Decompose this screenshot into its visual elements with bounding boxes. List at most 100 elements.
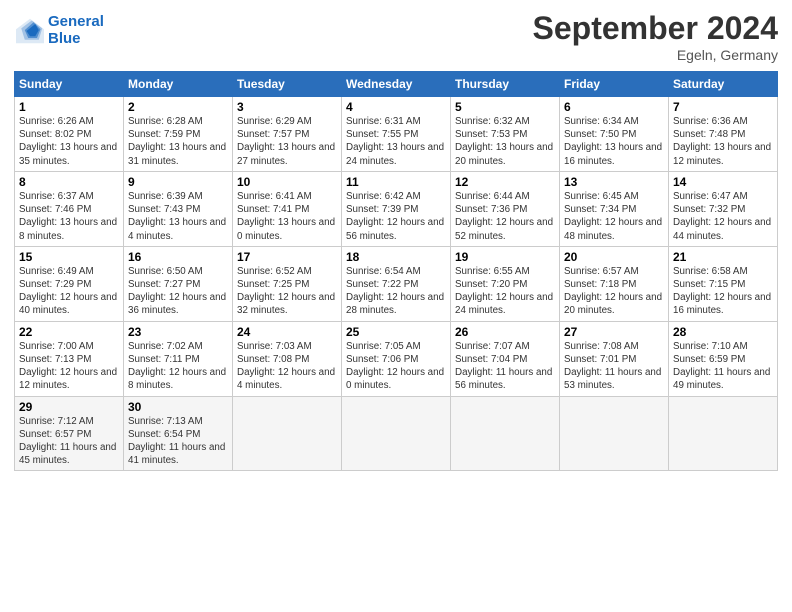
calendar-week-1: 1 Sunrise: 6:26 AMSunset: 8:02 PMDayligh… [15,97,778,172]
day-number: 17 [237,250,337,264]
calendar-cell: 1 Sunrise: 6:26 AMSunset: 8:02 PMDayligh… [15,97,124,172]
day-number: 10 [237,175,337,189]
calendar-cell [669,396,778,471]
calendar-week-3: 15 Sunrise: 6:49 AMSunset: 7:29 PMDaylig… [15,246,778,321]
cell-info: Sunrise: 6:44 AMSunset: 7:36 PMDaylight:… [455,191,553,242]
cell-info: Sunrise: 6:26 AMSunset: 8:02 PMDaylight:… [19,116,117,167]
day-number: 3 [237,100,337,114]
day-number: 29 [19,400,119,414]
day-number: 13 [564,175,664,189]
cell-info: Sunrise: 6:52 AMSunset: 7:25 PMDaylight:… [237,266,335,317]
day-number: 15 [19,250,119,264]
day-number: 24 [237,325,337,339]
col-sunday: Sunday [15,72,124,97]
calendar-cell: 8 Sunrise: 6:37 AMSunset: 7:46 PMDayligh… [15,171,124,246]
day-number: 1 [19,100,119,114]
day-number: 7 [673,100,773,114]
cell-info: Sunrise: 6:28 AMSunset: 7:59 PMDaylight:… [128,116,226,167]
cell-info: Sunrise: 6:37 AMSunset: 7:46 PMDaylight:… [19,191,117,242]
cell-info: Sunrise: 6:42 AMSunset: 7:39 PMDaylight:… [346,191,444,242]
logo-icon [14,17,46,45]
cell-info: Sunrise: 6:36 AMSunset: 7:48 PMDaylight:… [673,116,771,167]
cell-info: Sunrise: 6:34 AMSunset: 7:50 PMDaylight:… [564,116,662,167]
cell-info: Sunrise: 6:29 AMSunset: 7:57 PMDaylight:… [237,116,335,167]
calendar-cell: 17 Sunrise: 6:52 AMSunset: 7:25 PMDaylig… [233,246,342,321]
cell-info: Sunrise: 6:50 AMSunset: 7:27 PMDaylight:… [128,266,226,317]
cell-info: Sunrise: 6:57 AMSunset: 7:18 PMDaylight:… [564,266,662,317]
cell-info: Sunrise: 6:55 AMSunset: 7:20 PMDaylight:… [455,266,553,317]
day-number: 18 [346,250,446,264]
day-number: 28 [673,325,773,339]
day-number: 2 [128,100,228,114]
day-number: 23 [128,325,228,339]
col-saturday: Saturday [669,72,778,97]
day-number: 20 [564,250,664,264]
calendar-cell: 2 Sunrise: 6:28 AMSunset: 7:59 PMDayligh… [124,97,233,172]
day-number: 6 [564,100,664,114]
header: General Blue September 2024 Egeln, Germa… [14,10,778,63]
calendar-body: 1 Sunrise: 6:26 AMSunset: 8:02 PMDayligh… [15,97,778,471]
calendar-cell: 15 Sunrise: 6:49 AMSunset: 7:29 PMDaylig… [15,246,124,321]
cell-info: Sunrise: 6:45 AMSunset: 7:34 PMDaylight:… [564,191,662,242]
day-number: 30 [128,400,228,414]
cell-info: Sunrise: 6:32 AMSunset: 7:53 PMDaylight:… [455,116,553,167]
day-number: 16 [128,250,228,264]
col-friday: Friday [560,72,669,97]
col-monday: Monday [124,72,233,97]
cell-info: Sunrise: 7:07 AMSunset: 7:04 PMDaylight:… [455,341,552,392]
col-thursday: Thursday [451,72,560,97]
cell-info: Sunrise: 7:02 AMSunset: 7:11 PMDaylight:… [128,341,226,392]
col-wednesday: Wednesday [342,72,451,97]
calendar-cell: 13 Sunrise: 6:45 AMSunset: 7:34 PMDaylig… [560,171,669,246]
day-number: 26 [455,325,555,339]
cell-info: Sunrise: 7:03 AMSunset: 7:08 PMDaylight:… [237,341,335,392]
day-number: 22 [19,325,119,339]
day-number: 4 [346,100,446,114]
calendar-cell: 10 Sunrise: 6:41 AMSunset: 7:41 PMDaylig… [233,171,342,246]
calendar-cell: 6 Sunrise: 6:34 AMSunset: 7:50 PMDayligh… [560,97,669,172]
calendar-cell: 26 Sunrise: 7:07 AMSunset: 7:04 PMDaylig… [451,321,560,396]
calendar-cell: 12 Sunrise: 6:44 AMSunset: 7:36 PMDaylig… [451,171,560,246]
calendar-cell: 22 Sunrise: 7:00 AMSunset: 7:13 PMDaylig… [15,321,124,396]
calendar-cell: 25 Sunrise: 7:05 AMSunset: 7:06 PMDaylig… [342,321,451,396]
calendar-week-2: 8 Sunrise: 6:37 AMSunset: 7:46 PMDayligh… [15,171,778,246]
cell-info: Sunrise: 6:49 AMSunset: 7:29 PMDaylight:… [19,266,117,317]
title-block: September 2024 Egeln, Germany [533,10,778,63]
calendar-week-4: 22 Sunrise: 7:00 AMSunset: 7:13 PMDaylig… [15,321,778,396]
cell-info: Sunrise: 6:47 AMSunset: 7:32 PMDaylight:… [673,191,771,242]
calendar-cell: 4 Sunrise: 6:31 AMSunset: 7:55 PMDayligh… [342,97,451,172]
calendar-cell: 16 Sunrise: 6:50 AMSunset: 7:27 PMDaylig… [124,246,233,321]
calendar-cell [451,396,560,471]
cell-info: Sunrise: 7:12 AMSunset: 6:57 PMDaylight:… [19,416,116,467]
page-container: General Blue September 2024 Egeln, Germa… [0,0,792,481]
calendar-cell: 5 Sunrise: 6:32 AMSunset: 7:53 PMDayligh… [451,97,560,172]
calendar-cell: 21 Sunrise: 6:58 AMSunset: 7:15 PMDaylig… [669,246,778,321]
day-number: 25 [346,325,446,339]
cell-info: Sunrise: 6:58 AMSunset: 7:15 PMDaylight:… [673,266,771,317]
calendar-cell [560,396,669,471]
calendar-cell [233,396,342,471]
cell-info: Sunrise: 6:41 AMSunset: 7:41 PMDaylight:… [237,191,335,242]
day-number: 27 [564,325,664,339]
cell-info: Sunrise: 6:31 AMSunset: 7:55 PMDaylight:… [346,116,444,167]
header-row: Sunday Monday Tuesday Wednesday Thursday… [15,72,778,97]
cell-info: Sunrise: 6:39 AMSunset: 7:43 PMDaylight:… [128,191,226,242]
cell-info: Sunrise: 7:10 AMSunset: 6:59 PMDaylight:… [673,341,770,392]
cell-info: Sunrise: 7:08 AMSunset: 7:01 PMDaylight:… [564,341,661,392]
location: Egeln, Germany [533,47,778,63]
calendar-cell [342,396,451,471]
day-number: 21 [673,250,773,264]
calendar-cell: 24 Sunrise: 7:03 AMSunset: 7:08 PMDaylig… [233,321,342,396]
day-number: 12 [455,175,555,189]
calendar-cell: 29 Sunrise: 7:12 AMSunset: 6:57 PMDaylig… [15,396,124,471]
day-number: 9 [128,175,228,189]
day-number: 19 [455,250,555,264]
cell-info: Sunrise: 6:54 AMSunset: 7:22 PMDaylight:… [346,266,444,317]
calendar-cell: 30 Sunrise: 7:13 AMSunset: 6:54 PMDaylig… [124,396,233,471]
calendar-cell: 9 Sunrise: 6:39 AMSunset: 7:43 PMDayligh… [124,171,233,246]
month-title: September 2024 [533,10,778,47]
calendar-cell: 7 Sunrise: 6:36 AMSunset: 7:48 PMDayligh… [669,97,778,172]
calendar-cell: 3 Sunrise: 6:29 AMSunset: 7:57 PMDayligh… [233,97,342,172]
calendar-cell: 20 Sunrise: 6:57 AMSunset: 7:18 PMDaylig… [560,246,669,321]
day-number: 5 [455,100,555,114]
